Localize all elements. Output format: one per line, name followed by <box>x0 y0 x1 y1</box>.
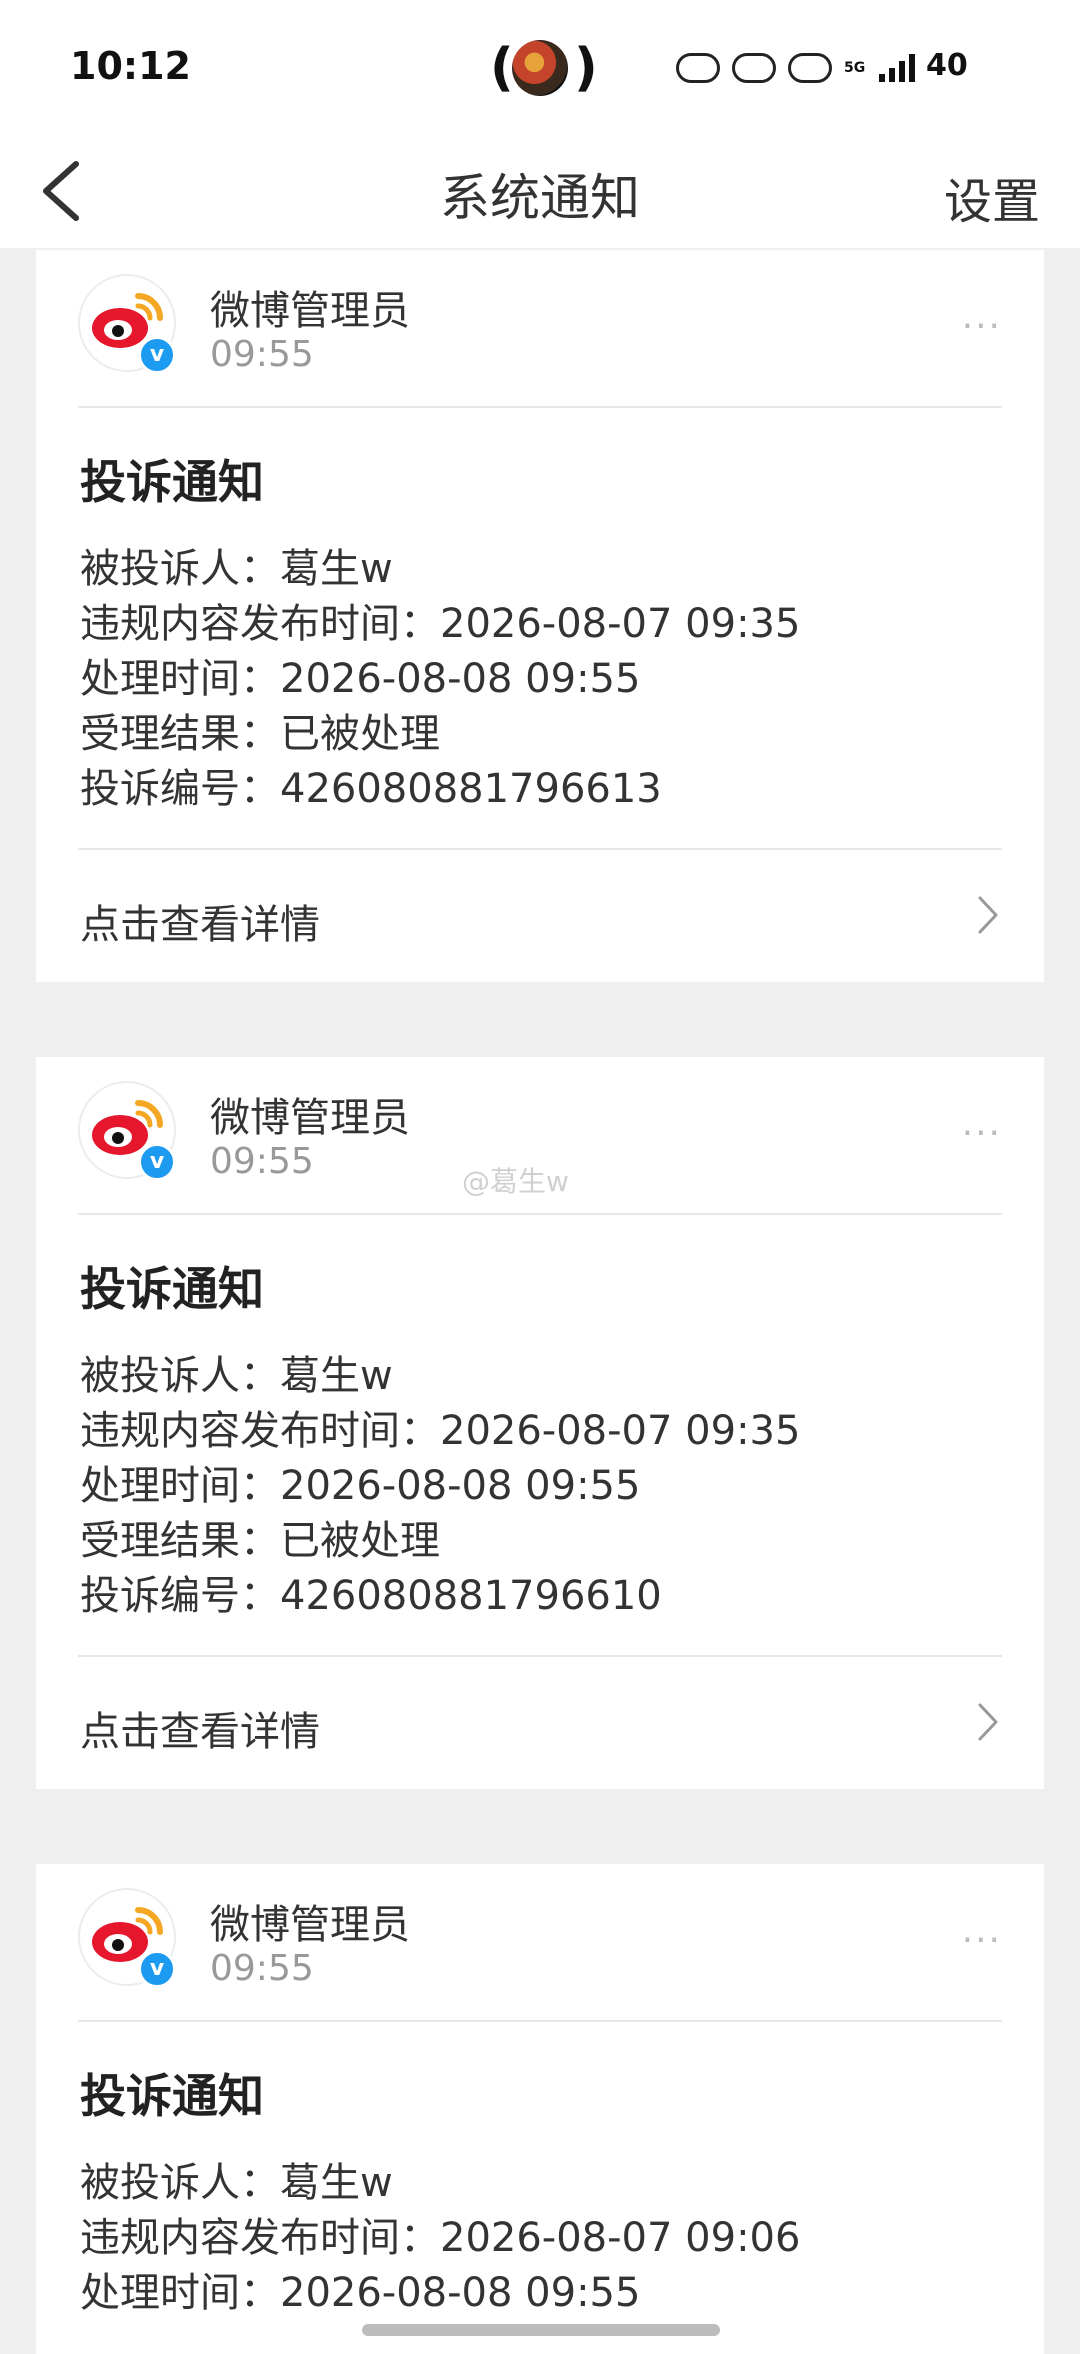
divider <box>78 2020 1002 2022</box>
card-header: v 微博管理员 09:55 ··· <box>36 250 1044 406</box>
network-type: 5G <box>844 60 866 76</box>
paren-right: ) <box>574 38 598 98</box>
card-title: 投诉通知 <box>80 1262 264 1316</box>
sender-name[interactable]: 微博管理员 <box>210 1085 410 1143</box>
info-line: 违规内容发布时间：2026-08-07 09:06 <box>80 2215 801 2261</box>
info-line: 被投诉人：葛生w <box>80 1353 393 1399</box>
view-details-row[interactable]: 点击查看详情 <box>36 1657 1044 1787</box>
status-center-avatar: ( ) <box>490 36 598 100</box>
view-details-label: 点击查看详情 <box>80 1709 320 1755</box>
card-title: 投诉通知 <box>80 455 264 509</box>
divider <box>78 406 1002 408</box>
info-line: 被投诉人：葛生w <box>80 546 393 592</box>
notification-card: v 微博管理员 09:55 ··· 投诉通知 被投诉人：葛生w 违规内容发布时间… <box>36 1864 1044 2354</box>
info-line: 被投诉人：葛生w <box>80 2160 393 2206</box>
more-options-icon[interactable]: ··· <box>962 306 1002 347</box>
divider <box>78 1213 1002 1215</box>
verified-badge-icon: v <box>138 1950 176 1988</box>
info-line: 投诉编号：426080881796610 <box>80 1573 662 1619</box>
view-details-label: 点击查看详情 <box>80 902 320 948</box>
info-line: 受理结果：已被处理 <box>80 1518 440 1564</box>
page-title: 系统通知 <box>440 169 640 227</box>
app-notification-icon <box>732 53 776 83</box>
info-line: 受理结果：已被处理 <box>80 711 440 757</box>
sender-name[interactable]: 微博管理员 <box>210 1892 410 1950</box>
sent-time: 09:55 <box>210 334 314 375</box>
info-line: 处理时间：2026-08-08 09:55 <box>80 1463 641 1509</box>
card-title: 投诉通知 <box>80 2069 264 2123</box>
app-notification-icon-2 <box>788 53 832 83</box>
battery-level: 40 <box>926 48 968 83</box>
more-options-icon[interactable]: ··· <box>962 1920 1002 1961</box>
info-line: 投诉编号：426080881796613 <box>80 766 662 812</box>
verified-badge-icon: v <box>138 1143 176 1181</box>
watermark: @葛生w <box>462 1165 569 1198</box>
more-options-icon[interactable]: ··· <box>962 1113 1002 1154</box>
home-indicator[interactable] <box>362 2324 720 2336</box>
status-time: 10:12 <box>70 44 191 88</box>
sender-name[interactable]: 微博管理员 <box>210 278 410 336</box>
chevron-right-icon <box>978 1703 998 1741</box>
info-line: 处理时间：2026-08-08 09:55 <box>80 2270 641 2316</box>
info-line: 违规内容发布时间：2026-08-07 09:35 <box>80 1408 801 1454</box>
status-icons: 5G <box>676 48 917 88</box>
nav-bar: 系统通知 设置 <box>0 130 1080 248</box>
info-line: 违规内容发布时间：2026-08-07 09:35 <box>80 601 801 647</box>
verified-badge-icon: v <box>138 336 176 374</box>
sent-time: 09:55 <box>210 1141 314 1182</box>
status-bar: 10:12 ( ) 5G 40 <box>0 0 1080 130</box>
view-details-row[interactable]: 点击查看详情 <box>36 850 1044 980</box>
paren-left: ( <box>490 38 514 98</box>
status-avatar-icon <box>512 40 568 96</box>
card-header: v 微博管理员 09:55 ··· <box>36 1864 1044 2020</box>
sent-time: 09:55 <box>210 1948 314 1989</box>
settings-button[interactable]: 设置 <box>944 162 1040 232</box>
chevron-right-icon <box>978 896 998 934</box>
notification-card: v 微博管理员 09:55 ··· 投诉通知 被投诉人：葛生w 违规内容发布时间… <box>36 250 1044 982</box>
signal-icon <box>879 54 916 82</box>
notification-icon <box>676 53 720 83</box>
info-line: 处理时间：2026-08-08 09:55 <box>80 656 641 702</box>
